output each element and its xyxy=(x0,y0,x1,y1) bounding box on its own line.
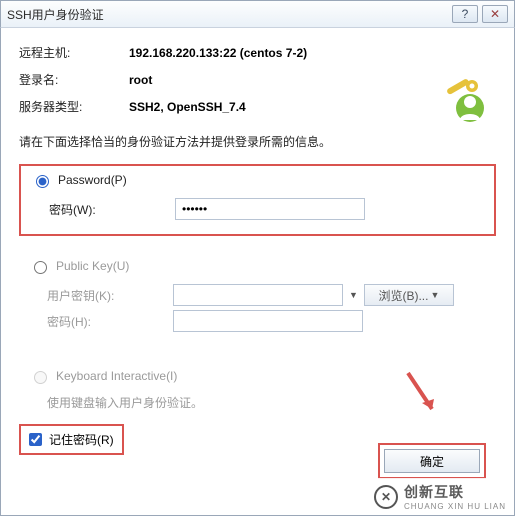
remember-password-label: 记住密码(R) xyxy=(49,431,114,448)
browse-button[interactable]: 浏览(B)... ▼ xyxy=(364,284,454,306)
chevron-down-icon: ▼ xyxy=(349,290,358,300)
passphrase-label: 密码(H): xyxy=(47,313,167,330)
servertype-label: 服务器类型: xyxy=(19,98,129,115)
instruction-text: 请在下面选择恰当的身份验证方法并提供登录所需的信息。 xyxy=(19,133,496,150)
password-group: Password(P) 密码(W): xyxy=(19,164,496,236)
watermark-logo-icon: ✕ xyxy=(374,485,398,509)
remote-host-row: 远程主机: 192.168.220.133:22 (centos 7-2) xyxy=(19,44,496,61)
ok-button-highlight: 确定 xyxy=(378,443,486,479)
remember-password-checkbox[interactable] xyxy=(29,433,42,446)
keyboard-radio-row[interactable]: Keyboard Interactive(I) xyxy=(29,368,486,384)
watermark-sub: CHUANG XIN HU LIAN xyxy=(404,502,506,511)
login-label: 登录名: xyxy=(19,71,129,88)
password-input[interactable] xyxy=(175,198,365,220)
keyboard-radio-label: Keyboard Interactive(I) xyxy=(56,369,177,383)
remote-host-label: 远程主机: xyxy=(19,44,129,61)
password-radio-row[interactable]: Password(P) xyxy=(31,172,484,188)
watermark-brand: 创新互联 xyxy=(404,482,506,502)
keyboard-radio xyxy=(34,371,47,384)
help-icon: ? xyxy=(462,7,469,21)
userkey-row: 用户密钥(K): ▼ 浏览(B)... ▼ xyxy=(47,284,486,306)
close-icon: ✕ xyxy=(490,7,500,21)
password-field-row: 密码(W): xyxy=(49,198,484,220)
key-user-icon xyxy=(440,76,490,126)
login-row: 登录名: root xyxy=(19,71,496,88)
dialog-body: 远程主机: 192.168.220.133:22 (centos 7-2) 登录… xyxy=(0,28,515,516)
servertype-row: 服务器类型: SSH2, OpenSSH_7.4 xyxy=(19,98,496,115)
passphrase-input xyxy=(173,310,363,332)
publickey-radio[interactable] xyxy=(34,261,47,274)
userkey-input xyxy=(173,284,343,306)
publickey-radio-row[interactable]: Public Key(U) xyxy=(29,258,486,274)
close-button[interactable]: ✕ xyxy=(482,5,508,23)
watermark: ✕ 创新互联 CHUANG XIN HU LIAN xyxy=(366,478,514,515)
ok-button[interactable]: 确定 xyxy=(384,449,480,473)
password-radio-label: Password(P) xyxy=(58,173,127,187)
titlebar: SSH用户身份验证 ? ✕ xyxy=(0,0,515,28)
browse-label: 浏览(B)... xyxy=(378,287,428,304)
remote-host-value: 192.168.220.133:22 (centos 7-2) xyxy=(129,46,496,60)
publickey-group: Public Key(U) 用户密钥(K): ▼ 浏览(B)... ▼ 密码(H… xyxy=(19,252,496,346)
publickey-radio-label: Public Key(U) xyxy=(56,259,129,273)
password-radio[interactable] xyxy=(36,175,49,188)
help-button[interactable]: ? xyxy=(452,5,478,23)
password-field-label: 密码(W): xyxy=(49,201,169,218)
ok-label: 确定 xyxy=(420,453,444,470)
userkey-label: 用户密钥(K): xyxy=(47,287,167,304)
passphrase-row: 密码(H): xyxy=(47,310,486,332)
chevron-down-icon: ▼ xyxy=(430,290,439,300)
keyboard-desc-row: 使用键盘输入用户身份验证。 xyxy=(47,394,486,411)
remember-password-row[interactable]: 记住密码(R) xyxy=(19,424,124,455)
keyboard-group: Keyboard Interactive(I) 使用键盘输入用户身份验证。 xyxy=(19,362,496,425)
keyboard-desc: 使用键盘输入用户身份验证。 xyxy=(47,394,203,411)
dialog-title: SSH用户身份验证 xyxy=(7,6,448,23)
